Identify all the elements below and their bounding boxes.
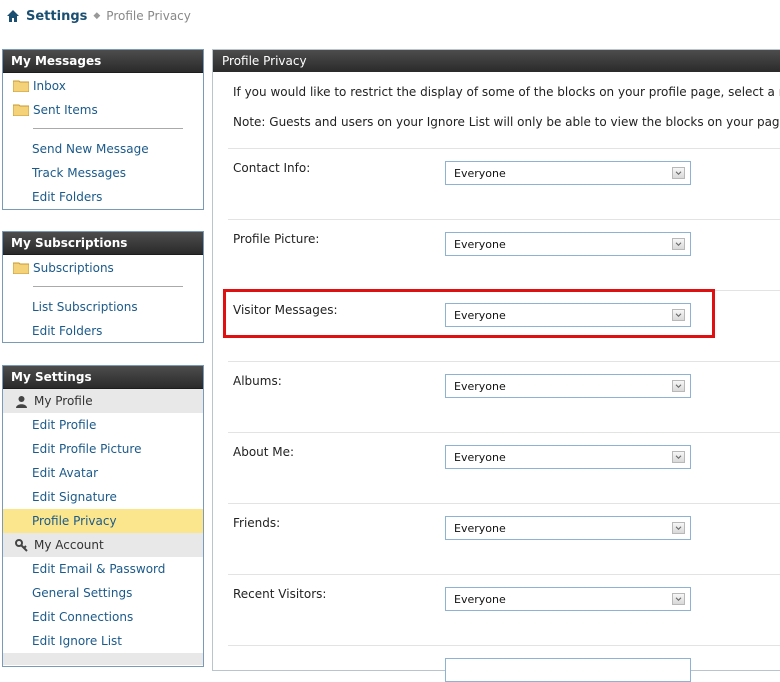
select-value: Everyone <box>454 593 506 606</box>
select-value: Everyone <box>454 167 506 180</box>
my-account-label: My Account <box>34 538 104 552</box>
my-settings-header: My Settings <box>3 366 203 389</box>
sent-items-label: Sent Items <box>33 103 98 117</box>
edit-folders-link[interactable]: Edit Folders <box>3 185 203 209</box>
user-icon <box>16 395 27 408</box>
chevron-down-icon[interactable] <box>672 167 685 179</box>
row-divider <box>228 219 780 220</box>
contact-info-label: Contact Info: <box>233 161 311 175</box>
albums-select[interactable]: Everyone <box>445 374 691 398</box>
folder-icon <box>13 104 29 116</box>
profile-privacy-link[interactable]: Profile Privacy <box>3 509 203 533</box>
profile-privacy-panel: Profile Privacy If you would like to res… <box>212 49 780 682</box>
inbox-label: Inbox <box>33 79 66 93</box>
more-section <box>3 653 203 665</box>
edit-avatar-link[interactable]: Edit Avatar <box>3 461 203 485</box>
breadcrumb-separator-icon: ◆ <box>93 11 101 21</box>
my-messages-block: My Messages Inbox Sent Items Send New Me… <box>2 49 204 210</box>
subscriptions-folder[interactable]: Subscriptions <box>3 256 203 280</box>
profile-picture-label: Profile Picture: <box>233 232 320 246</box>
track-messages-link[interactable]: Track Messages <box>3 161 203 185</box>
select-value: Everyone <box>454 522 506 535</box>
key-icon <box>15 538 28 552</box>
friends-label: Friends: <box>233 516 281 530</box>
edit-connections-link[interactable]: Edit Connections <box>3 605 203 629</box>
folder-icon <box>13 262 29 274</box>
my-subscriptions-header: My Subscriptions <box>3 232 203 255</box>
divider <box>33 128 183 129</box>
chevron-down-icon[interactable] <box>672 380 685 392</box>
my-messages-header: My Messages <box>3 50 203 73</box>
note-text: Note: Guests and users on your Ignore Li… <box>233 115 780 129</box>
about-me-select[interactable]: Everyone <box>445 445 691 469</box>
subscriptions-label: Subscriptions <box>33 261 114 275</box>
panel-title: Profile Privacy <box>213 50 780 72</box>
breadcrumb-current: Profile Privacy <box>106 9 191 23</box>
row-divider <box>228 361 780 362</box>
recent-visitors-select[interactable]: Everyone <box>445 587 691 611</box>
edit-signature-link[interactable]: Edit Signature <box>3 485 203 509</box>
row-divider <box>228 148 780 149</box>
chevron-down-icon[interactable] <box>672 238 685 250</box>
general-settings-link[interactable]: General Settings <box>3 581 203 605</box>
inbox-folder[interactable]: Inbox <box>3 74 203 98</box>
sent-items-folder[interactable]: Sent Items <box>3 98 203 122</box>
my-settings-block: My Settings My Profile Edit Profile Edit… <box>2 365 204 667</box>
contact-info-select[interactable]: Everyone <box>445 161 691 185</box>
breadcrumb: Settings ◆ Profile Privacy <box>6 6 191 26</box>
highlight-box <box>223 289 715 338</box>
row-divider <box>228 645 780 646</box>
select-value: Everyone <box>454 238 506 251</box>
home-icon[interactable] <box>6 9 20 23</box>
breadcrumb-settings-link[interactable]: Settings <box>26 9 87 24</box>
list-subscriptions-link[interactable]: List Subscriptions <box>3 295 203 319</box>
my-subscriptions-block: My Subscriptions Subscriptions List Subs… <box>2 231 204 343</box>
divider <box>33 286 183 287</box>
chevron-down-icon[interactable] <box>672 593 685 605</box>
edit-profile-picture-link[interactable]: Edit Profile Picture <box>3 437 203 461</box>
row-divider <box>228 503 780 504</box>
my-profile-section: My Profile <box>3 389 203 413</box>
profile-picture-select[interactable]: Everyone <box>445 232 691 256</box>
albums-label: Albums: <box>233 374 282 388</box>
edit-email-password-link[interactable]: Edit Email & Password <box>3 557 203 581</box>
about-me-label: About Me: <box>233 445 295 459</box>
edit-folders-link[interactable]: Edit Folders <box>3 319 203 343</box>
row-divider <box>228 574 780 575</box>
my-profile-label: My Profile <box>34 394 93 408</box>
select-value: Everyone <box>454 451 506 464</box>
send-new-message-link[interactable]: Send New Message <box>3 137 203 161</box>
my-account-section: My Account <box>3 533 203 557</box>
next-field-select[interactable] <box>445 658 691 682</box>
intro-text: If you would like to restrict the displa… <box>233 85 780 99</box>
folder-icon <box>13 80 29 92</box>
friends-select[interactable]: Everyone <box>445 516 691 540</box>
recent-visitors-label: Recent Visitors: <box>233 587 327 601</box>
edit-profile-link[interactable]: Edit Profile <box>3 413 203 437</box>
chevron-down-icon[interactable] <box>672 451 685 463</box>
edit-ignore-list-link[interactable]: Edit Ignore List <box>3 629 203 653</box>
row-divider <box>228 432 780 433</box>
chevron-down-icon[interactable] <box>672 522 685 534</box>
select-value: Everyone <box>454 380 506 393</box>
